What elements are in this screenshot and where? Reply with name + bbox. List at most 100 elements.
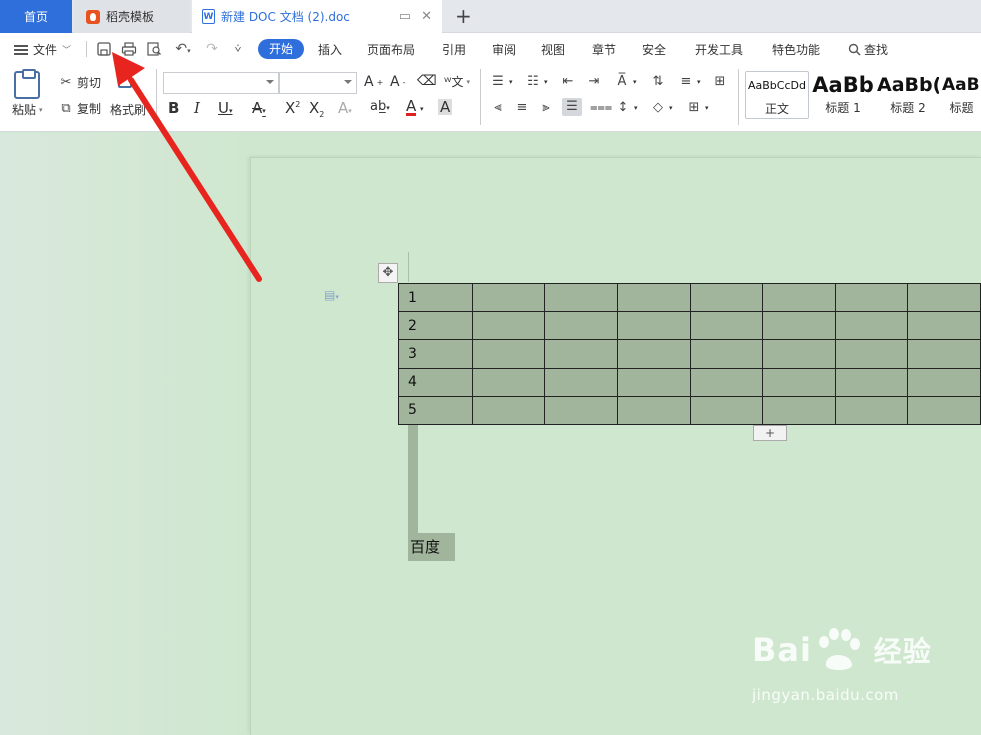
strikethrough-icon[interactable]: A▾: [252, 99, 266, 117]
highlight-icon[interactable]: ab̲▾: [370, 99, 390, 114]
menu-find[interactable]: 查找: [848, 41, 888, 58]
font-size-select[interactable]: [279, 72, 357, 94]
table-cell[interactable]: [907, 367, 981, 397]
file-menu[interactable]: 文件 ﹀: [14, 41, 71, 58]
shading-icon[interactable]: ◇ ▾: [650, 100, 673, 116]
table-cell[interactable]: [762, 395, 836, 425]
sort-icon[interactable]: ⇅: [650, 74, 666, 90]
table-cell[interactable]: [907, 395, 981, 425]
table-cell[interactable]: [762, 339, 836, 369]
body-text[interactable]: 百度: [408, 533, 455, 561]
close-icon[interactable]: ✕: [421, 9, 432, 24]
table-cell[interactable]: [834, 339, 909, 369]
table-cell[interactable]: [471, 282, 546, 313]
clear-format-icon[interactable]: ⌫: [417, 73, 437, 89]
paste-dropdown[interactable]: 粘贴 ▾: [12, 101, 43, 118]
table-cell[interactable]: [907, 339, 981, 369]
chevron-down-icon[interactable]: ▾: [420, 105, 424, 113]
align-left-icon[interactable]: ⫷: [490, 100, 506, 116]
table-cell[interactable]: 2: [398, 311, 473, 341]
table-cell[interactable]: [834, 395, 909, 425]
format-painter-button[interactable]: 格式刷: [110, 101, 146, 118]
justify-icon[interactable]: ☰: [562, 98, 582, 116]
table-cell[interactable]: [544, 367, 618, 397]
menu-view[interactable]: 视图: [541, 41, 565, 58]
align-center-icon[interactable]: ≡: [514, 100, 530, 116]
shrink-font-icon[interactable]: A-: [390, 74, 405, 90]
customize-toolbar-icon[interactable]: ⩒: [230, 41, 246, 57]
table-cell[interactable]: [544, 339, 618, 369]
table-cell[interactable]: [617, 282, 691, 313]
style-heading-1[interactable]: AaBb 标题 1: [812, 71, 874, 119]
menu-developer-tools[interactable]: 开发工具: [695, 41, 743, 58]
table-cell[interactable]: [689, 282, 764, 313]
style-heading-2[interactable]: AaBb( 标题 2: [877, 71, 939, 119]
table-cell[interactable]: [762, 311, 836, 341]
table-cell[interactable]: 1: [398, 282, 473, 313]
table-insert-icon[interactable]: ⊞: [712, 74, 728, 90]
table-cell[interactable]: [544, 311, 618, 341]
menu-insert[interactable]: 插入: [318, 41, 342, 58]
superscript-icon[interactable]: X2: [285, 99, 300, 117]
tab-document[interactable]: W 新建 DOC 文档 (2).doc ▭ ✕: [192, 0, 442, 33]
table-move-handle-icon[interactable]: ✥: [378, 263, 398, 283]
table-cell[interactable]: [834, 367, 909, 397]
window-restore-icon[interactable]: ▭: [399, 9, 411, 24]
table-cell[interactable]: [834, 282, 909, 313]
table-cell[interactable]: [544, 282, 618, 313]
menu-review[interactable]: 审阅: [492, 41, 516, 58]
table-cell[interactable]: [471, 311, 546, 341]
bold-icon[interactable]: B: [168, 99, 179, 117]
table-cell[interactable]: [907, 311, 981, 341]
menu-page-layout[interactable]: 页面布局: [367, 41, 415, 58]
cut-button[interactable]: ✂ 剪切: [58, 74, 101, 91]
phonetic-guide-icon[interactable]: ᵂ文 ▾: [444, 73, 470, 90]
redo-icon[interactable]: ↷: [204, 41, 220, 57]
numbered-list-icon[interactable]: ☷ ▾: [525, 74, 547, 90]
subscript-icon[interactable]: X2: [309, 99, 324, 119]
tab-daoke-templates[interactable]: 稻壳模板: [74, 0, 190, 33]
menu-special-features[interactable]: 特色功能: [772, 41, 820, 58]
table-cell[interactable]: [762, 367, 836, 397]
save-icon[interactable]: [96, 41, 112, 57]
table-cell[interactable]: [617, 367, 691, 397]
underline-icon[interactable]: U▾: [218, 99, 233, 117]
table-cell[interactable]: [617, 395, 691, 425]
text-effect-icon[interactable]: A▾: [338, 99, 352, 117]
bullet-list-icon[interactable]: ☰ ▾: [490, 74, 512, 90]
decrease-indent-icon[interactable]: ⇤: [560, 74, 576, 90]
menu-section[interactable]: 章节: [592, 41, 616, 58]
text-direction-icon[interactable]: A̅ ▾: [614, 74, 637, 90]
table-cell[interactable]: [617, 339, 691, 369]
add-row-button[interactable]: +: [753, 425, 787, 441]
line-spacing-icon[interactable]: ≡ ▾: [678, 74, 701, 90]
format-painter-icon[interactable]: [118, 74, 132, 88]
style-normal[interactable]: AaBbCcDd 正文: [745, 71, 809, 119]
tab-home[interactable]: 首页: [0, 0, 72, 33]
table-cell[interactable]: [834, 311, 909, 341]
increase-indent-icon[interactable]: ⇥: [586, 74, 602, 90]
table-cell[interactable]: [689, 311, 764, 341]
table-cell[interactable]: [471, 395, 546, 425]
print-icon[interactable]: [121, 41, 137, 57]
print-preview-icon[interactable]: [146, 41, 162, 57]
copy-button[interactable]: ⧉ 复制: [58, 100, 101, 117]
distribute-icon[interactable]: ⩶: [590, 100, 612, 116]
paragraph-options-icon[interactable]: ▤▾: [324, 288, 339, 302]
borders-icon[interactable]: ⊞ ▾: [686, 100, 709, 116]
table-cell[interactable]: [762, 282, 836, 313]
paragraph-spacing-icon[interactable]: ↕ ▾: [615, 100, 638, 116]
menu-security[interactable]: 安全: [642, 41, 666, 58]
table-cell[interactable]: 5: [398, 395, 473, 425]
italic-icon[interactable]: I: [194, 99, 200, 117]
new-tab-button[interactable]: +: [455, 4, 472, 28]
paste-button[interactable]: [14, 69, 40, 99]
table-cell[interactable]: [617, 311, 691, 341]
table-cell[interactable]: [544, 395, 618, 425]
table-cell[interactable]: [471, 367, 546, 397]
table-cell[interactable]: [471, 339, 546, 369]
undo-icon[interactable]: ↶▾: [172, 41, 194, 57]
table-cell[interactable]: [689, 395, 764, 425]
table-cell[interactable]: 3: [398, 339, 473, 369]
font-name-select[interactable]: [163, 72, 279, 94]
